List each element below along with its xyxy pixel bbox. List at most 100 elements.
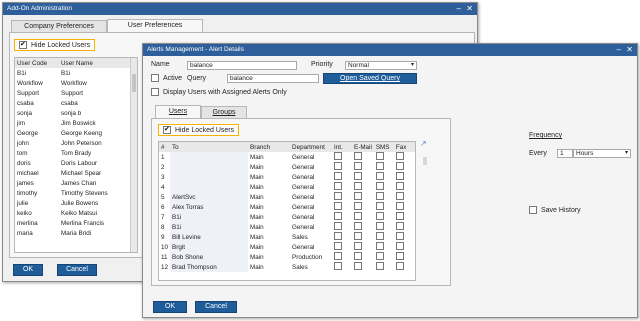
fax-checkbox[interactable] bbox=[395, 242, 404, 250]
fax-checkbox[interactable] bbox=[395, 162, 404, 170]
fax-checkbox[interactable] bbox=[395, 172, 404, 180]
save-history-checkbox[interactable]: Save History bbox=[529, 206, 581, 214]
name-field[interactable]: balance bbox=[187, 61, 297, 70]
table-row[interactable]: tom Tom Brady bbox=[15, 148, 133, 158]
table-row[interactable]: doris Doris Labour bbox=[15, 158, 133, 168]
email-checkbox[interactable] bbox=[354, 152, 363, 160]
fax-checkbox[interactable] bbox=[395, 202, 404, 210]
scrollbar-thumb[interactable] bbox=[132, 74, 136, 92]
table-row[interactable]: michael Michael Spear bbox=[15, 168, 133, 178]
email-checkbox[interactable] bbox=[354, 252, 363, 260]
table-row[interactable]: George George Keeng bbox=[15, 128, 133, 138]
table-row[interactable]: csaba csaba bbox=[15, 98, 133, 108]
email-checkbox[interactable] bbox=[354, 172, 363, 180]
table-row[interactable]: 9 Bill Levine Main Sales bbox=[159, 232, 415, 242]
sms-checkbox[interactable] bbox=[375, 262, 384, 270]
table-row[interactable]: keiko Keiko Matsui bbox=[15, 208, 133, 218]
table-row[interactable]: jim Jim Boswick bbox=[15, 118, 133, 128]
user-table-scrollbar[interactable] bbox=[130, 58, 137, 252]
table-row[interactable]: Workflow Workflow bbox=[15, 78, 133, 88]
tab-company-preferences[interactable]: Company Preferences bbox=[11, 20, 107, 32]
fax-checkbox[interactable] bbox=[395, 252, 404, 260]
int-checkbox[interactable] bbox=[334, 212, 343, 220]
expand-arrow-icon[interactable]: ↗ bbox=[420, 139, 427, 148]
sms-checkbox[interactable] bbox=[375, 162, 384, 170]
int-checkbox[interactable] bbox=[334, 202, 343, 210]
table-row[interactable]: john John Peterson bbox=[15, 138, 133, 148]
alert-cancel-button[interactable]: Cancel bbox=[195, 301, 237, 313]
close-icon[interactable]: ✕ bbox=[626, 44, 633, 56]
open-saved-query-button[interactable]: Open Saved Query bbox=[323, 73, 417, 84]
email-checkbox[interactable] bbox=[354, 202, 363, 210]
int-checkbox[interactable] bbox=[334, 232, 343, 240]
sms-checkbox[interactable] bbox=[375, 212, 384, 220]
email-checkbox[interactable] bbox=[354, 222, 363, 230]
addon-ok-button[interactable]: OK bbox=[13, 264, 43, 276]
int-checkbox[interactable] bbox=[334, 192, 343, 200]
table-row[interactable]: maria Maria Bridi bbox=[15, 228, 133, 238]
table-row[interactable]: 12 Brad Thompson Main Sales bbox=[159, 262, 415, 272]
minimize-icon[interactable]: – bbox=[457, 3, 461, 15]
sms-checkbox[interactable] bbox=[375, 192, 384, 200]
addon-cancel-button[interactable]: Cancel bbox=[57, 264, 97, 276]
int-checkbox[interactable] bbox=[334, 162, 343, 170]
alert-table-scrollbar[interactable] bbox=[422, 149, 428, 279]
table-row[interactable]: 5 AlertSvc Main General bbox=[159, 192, 415, 202]
email-checkbox[interactable] bbox=[354, 242, 363, 250]
sms-checkbox[interactable] bbox=[375, 242, 384, 250]
tab-user-preferences[interactable]: User Preferences bbox=[107, 19, 203, 32]
table-row[interactable]: 4 Main General bbox=[159, 182, 415, 192]
table-row[interactable]: timothy Timothy Stevens bbox=[15, 188, 133, 198]
priority-select[interactable]: Normal ▾ bbox=[345, 61, 417, 70]
fax-checkbox[interactable] bbox=[395, 152, 404, 160]
table-row[interactable]: 11 Bob Shone Main Production bbox=[159, 252, 415, 262]
alert-ok-button[interactable]: OK bbox=[153, 301, 187, 313]
email-checkbox[interactable] bbox=[354, 192, 363, 200]
every-value-field[interactable]: 1 bbox=[557, 149, 573, 158]
sms-checkbox[interactable] bbox=[375, 222, 384, 230]
hide-locked-users-checkbox-alert[interactable]: Hide Locked Users bbox=[158, 124, 240, 136]
fax-checkbox[interactable] bbox=[395, 222, 404, 230]
sms-checkbox[interactable] bbox=[375, 252, 384, 260]
table-row[interactable]: james James Chan bbox=[15, 178, 133, 188]
sms-checkbox[interactable] bbox=[375, 152, 384, 160]
hide-locked-users-checkbox[interactable]: Hide Locked Users bbox=[14, 39, 96, 51]
fax-checkbox[interactable] bbox=[395, 182, 404, 190]
email-checkbox[interactable] bbox=[354, 212, 363, 220]
table-row[interactable]: 2 Main General bbox=[159, 162, 415, 172]
minimize-icon[interactable]: – bbox=[617, 44, 621, 56]
fax-checkbox[interactable] bbox=[395, 212, 404, 220]
email-checkbox[interactable] bbox=[354, 162, 363, 170]
table-row[interactable]: 1 Main General bbox=[159, 152, 415, 162]
email-checkbox[interactable] bbox=[354, 262, 363, 270]
fax-checkbox[interactable] bbox=[395, 232, 404, 240]
table-row[interactable]: B1i B1i bbox=[15, 68, 133, 78]
sms-checkbox[interactable] bbox=[375, 202, 384, 210]
table-row[interactable]: 7 B1i Main General bbox=[159, 212, 415, 222]
table-row[interactable]: 6 Alex Torras Main General bbox=[159, 202, 415, 212]
fax-checkbox[interactable] bbox=[395, 192, 404, 200]
table-row[interactable]: 3 Main General bbox=[159, 172, 415, 182]
table-row[interactable]: 10 Brgit Main General bbox=[159, 242, 415, 252]
int-checkbox[interactable] bbox=[334, 242, 343, 250]
tab-users[interactable]: Users bbox=[155, 105, 201, 118]
query-field[interactable]: balance bbox=[227, 74, 319, 83]
table-row[interactable]: sonja sonja b bbox=[15, 108, 133, 118]
int-checkbox[interactable] bbox=[334, 172, 343, 180]
table-row[interactable]: julie Julie Bowens bbox=[15, 198, 133, 208]
scrollbar-thumb[interactable] bbox=[423, 157, 427, 165]
int-checkbox[interactable] bbox=[334, 222, 343, 230]
close-icon[interactable]: ✕ bbox=[466, 3, 473, 15]
fax-checkbox[interactable] bbox=[395, 262, 404, 270]
table-row[interactable]: merlina Merlina Francis bbox=[15, 218, 133, 228]
table-row[interactable]: Support Support bbox=[15, 88, 133, 98]
sms-checkbox[interactable] bbox=[375, 232, 384, 240]
active-checkbox[interactable]: Active bbox=[151, 74, 182, 82]
int-checkbox[interactable] bbox=[334, 252, 343, 260]
email-checkbox[interactable] bbox=[354, 232, 363, 240]
int-checkbox[interactable] bbox=[334, 262, 343, 270]
tab-groups[interactable]: Groups bbox=[201, 106, 247, 118]
display-users-assigned-checkbox[interactable]: Display Users with Assigned Alerts Only bbox=[151, 88, 287, 96]
frequency-unit-select[interactable]: Hours ▾ bbox=[573, 149, 631, 158]
email-checkbox[interactable] bbox=[354, 182, 363, 190]
